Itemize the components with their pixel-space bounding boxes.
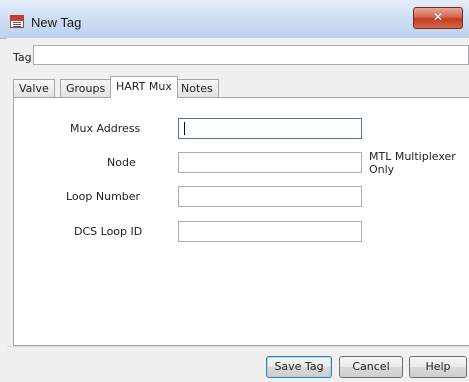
save-tag-button[interactable]: Save Tag (266, 356, 332, 378)
title-bar[interactable]: New Tag ✕ (0, 0, 469, 39)
mux-address-label: Mux Address (70, 122, 141, 135)
tab-groups[interactable]: Groups (60, 79, 112, 97)
new-tag-dialog: New Tag ✕ Tag: Valve Groups HART Mux Not… (0, 0, 469, 382)
help-button[interactable]: Help (409, 356, 467, 378)
mux-address-input[interactable] (178, 118, 362, 139)
tag-label: Tag: (13, 51, 36, 64)
button-bar-divider (7, 346, 469, 347)
close-icon: ✕ (432, 10, 444, 24)
loop-number-input[interactable] (178, 186, 362, 207)
text-caret (184, 122, 185, 135)
tag-input[interactable] (33, 45, 469, 65)
tab-notes[interactable]: Notes (175, 79, 219, 97)
dcs-loop-id-label: DCS Loop ID (74, 225, 143, 238)
close-button[interactable]: ✕ (413, 7, 463, 29)
node-input[interactable] (178, 152, 362, 173)
node-note: MTL Multiplexer Only (369, 150, 456, 176)
cancel-button[interactable]: Cancel (339, 356, 403, 378)
tab-valve[interactable]: Valve (13, 79, 55, 97)
node-label: Node (107, 156, 136, 169)
tab-hart-mux[interactable]: HART Mux (110, 76, 178, 98)
loop-number-label: Loop Number (66, 190, 141, 203)
window-title: New Tag (31, 15, 82, 30)
dcs-loop-id-input[interactable] (178, 221, 362, 242)
app-icon (10, 15, 24, 28)
